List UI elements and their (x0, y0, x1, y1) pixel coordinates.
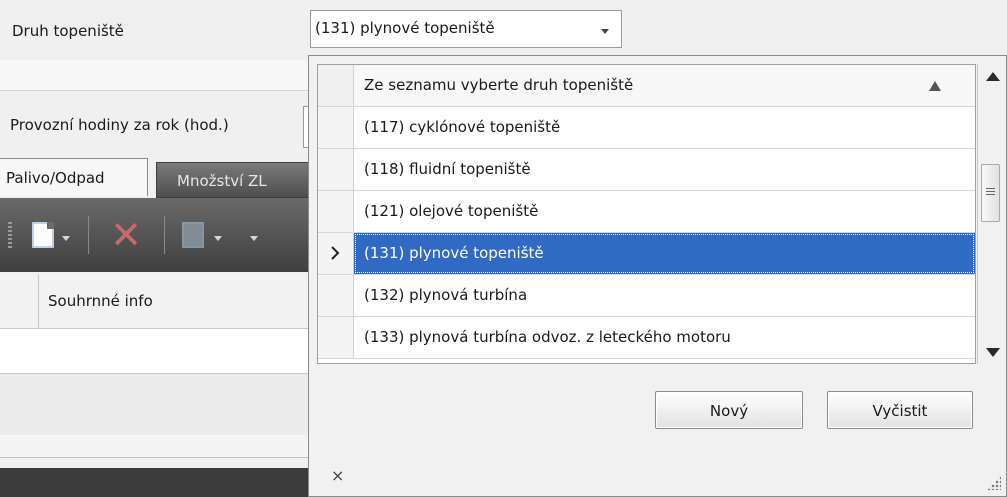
scroll-down-icon[interactable] (986, 348, 1000, 357)
scroll-thumb[interactable] (981, 164, 1000, 222)
scroll-up-icon[interactable] (986, 72, 1000, 81)
list-item-label: (118) fluidní topeniště (364, 160, 531, 178)
list-header[interactable]: Ze seznamu vyberte druh topeniště (318, 65, 975, 107)
status-bar (0, 468, 312, 497)
current-row-pointer-icon (331, 246, 340, 260)
vertical-scrollbar[interactable] (977, 64, 1003, 364)
row-indicator (318, 107, 354, 148)
row-indicator (318, 65, 354, 106)
provozni-hodiny-label: Provozní hodiny za rok (hod.) (10, 116, 229, 134)
row-indicator (318, 149, 354, 190)
list-item-selected[interactable]: (131) plynové topeniště (318, 233, 975, 275)
option-list: Ze seznamu vyberte druh topeniště (117) … (317, 64, 976, 364)
copy-dropdown-chevron-icon[interactable] (214, 236, 222, 241)
list-item-label: (131) plynové topeniště (354, 233, 975, 274)
druh-topeniste-label: Druh topeniště (12, 22, 124, 40)
form-band (0, 60, 310, 91)
new-document-icon[interactable] (32, 222, 54, 248)
row-indicator (318, 191, 354, 232)
dropdown-popup: Ze seznamu vyberte druh topeniště (117) … (308, 55, 1007, 497)
list-item[interactable]: (132) plynová turbína (318, 275, 975, 317)
row-indicator (318, 233, 354, 274)
druh-topeniste-combo[interactable]: (131) plynové topeniště (310, 10, 622, 48)
grid-header-divider (38, 274, 39, 328)
list-item[interactable]: (133) plynová turbína odvoz. z leteckého… (318, 317, 975, 359)
list-item-label: (121) olejové topeniště (364, 202, 539, 220)
row-indicator (318, 317, 354, 358)
grid-body[interactable] (0, 329, 312, 373)
list-item-label: (117) cyklónové topeniště (364, 118, 561, 136)
toolbar-divider (164, 216, 165, 254)
new-dropdown-chevron-icon[interactable] (62, 236, 70, 241)
list-item[interactable]: (121) olejové topeniště (318, 191, 975, 233)
clear-button[interactable]: Vyčistit (827, 391, 973, 429)
sort-ascending-icon[interactable] (929, 81, 941, 91)
resize-grip-icon[interactable] (987, 476, 1001, 490)
grid-footer (0, 373, 312, 437)
toolbar-divider (88, 216, 89, 254)
row-indicator (318, 275, 354, 316)
list-item[interactable]: (118) fluidní topeniště (318, 149, 975, 191)
list-item-label: (132) plynová turbína (364, 286, 528, 304)
column-souhrnne-info[interactable]: Souhrnné info (48, 292, 153, 310)
close-icon[interactable]: × (331, 466, 344, 485)
toolbar-grip-icon[interactable] (8, 222, 12, 248)
delete-icon[interactable]: ✕ (106, 216, 146, 254)
tab-palivo-odpad[interactable]: Palivo/Odpad (0, 158, 148, 196)
list-item-label: (133) plynová turbína odvoz. z leteckého… (364, 328, 731, 346)
new-button[interactable]: Nový (655, 391, 803, 429)
copy-icon[interactable] (182, 222, 204, 248)
horizontal-scrollbar[interactable] (0, 435, 312, 458)
combo-value: (131) plynové topeniště (315, 19, 495, 37)
list-header-label: Ze seznamu vyberte druh topeniště (354, 65, 975, 106)
list-item[interactable]: (117) cyklónové topeniště (318, 107, 975, 149)
grid-header (0, 274, 312, 329)
toolbar-more-chevron-icon[interactable] (250, 236, 258, 241)
chevron-down-icon[interactable] (601, 29, 609, 34)
tab-mnozstvi-zl[interactable]: Množství ZL (156, 162, 316, 198)
